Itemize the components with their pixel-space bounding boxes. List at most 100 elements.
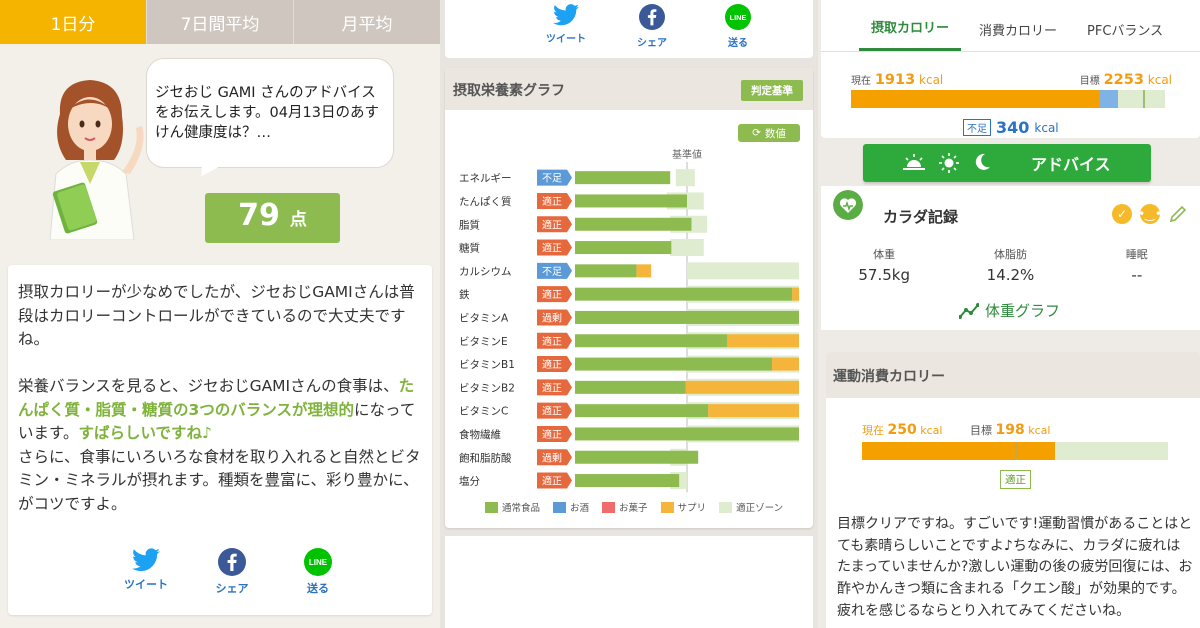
exercise-progress-bar: [862, 442, 1168, 460]
line-icon: LINE: [304, 548, 332, 576]
exercise-goal-value: 198: [995, 422, 1025, 438]
judgement-tag-label: 適正: [542, 242, 562, 255]
exercise-progress-fill: [862, 442, 1055, 460]
advice-speech-bubble: ジセおじ GAMI さんのアドバイスをお伝えします。04月13日のあすけん健康度…: [146, 58, 394, 168]
advice-button[interactable]: アドバイス: [863, 144, 1151, 182]
line-graph-icon: [959, 302, 979, 319]
intake-goal-label: 目標: [1079, 76, 1100, 87]
tab-monthly-average[interactable]: 月平均: [294, 0, 440, 44]
lower-card: [445, 536, 813, 628]
nutrient-bar: [575, 217, 692, 231]
intake-current-unit: kcal: [919, 73, 944, 87]
judgement-tag-label: 適正: [542, 475, 562, 488]
nutrient-bar: [575, 264, 637, 278]
nutrition-panel: ツイート シェア LINE 送る 摂取栄養素グラフ 判定基準 ⟳ 数値 基準値エ…: [440, 0, 818, 628]
exercise-status-badge: 適正: [1000, 470, 1031, 489]
nutrient-bar: [575, 194, 687, 208]
body-record-card: カラダ記録 ✓ •‿• 体重 57.5kg 体脂肪 14.2% 睡眠 -- 体重…: [821, 186, 1200, 330]
exercise-goal: 目標 198 kcal: [970, 422, 1050, 438]
facebook-share-button-top[interactable]: シェア: [626, 4, 678, 49]
intake-shortage-fill: [1099, 90, 1118, 108]
pencil-edit-icon[interactable]: [1168, 204, 1188, 224]
tab-pfc-balance[interactable]: PFCバランス: [1075, 20, 1175, 51]
twitter-bird-icon: [132, 548, 160, 572]
health-score-badge: 79 点: [205, 193, 340, 243]
legend-item: サプリ: [660, 500, 706, 514]
share-card-top: ツイート シェア LINE 送る: [445, 0, 813, 58]
exercise-current-label: 現在: [862, 424, 884, 437]
judgement-tag-label: 過剰: [542, 312, 562, 324]
judgement-tag-label: 適正: [542, 405, 562, 418]
moon-icon: [975, 153, 990, 170]
sun-icon: [939, 153, 959, 173]
judgement-tag-label: 適正: [542, 428, 562, 441]
stat-weight-value: 57.5kg: [858, 266, 910, 284]
legend-label: 適正ゾーン: [736, 503, 784, 514]
facebook-share-button[interactable]: シェア: [206, 548, 258, 596]
intake-shortage: 不足 340 kcal: [963, 118, 1059, 137]
intake-progress-bar: [851, 90, 1165, 108]
facebook-share-label: シェア: [215, 582, 249, 595]
tweet-button[interactable]: ツイート: [120, 548, 172, 596]
judgement-tag-label: 適正: [542, 335, 562, 348]
nutrient-label: 鉄: [459, 288, 470, 301]
stat-sleep: 睡眠 --: [1074, 246, 1200, 284]
calorie-tabs: 摂取カロリー 消費カロリー PFCバランス: [821, 0, 1200, 52]
advice-balance-intro: 栄養バランスを見ると、ジセおじGAMIさんの食事は、: [18, 377, 399, 395]
nutrient-bar: [575, 427, 799, 441]
nutrient-bar: [792, 287, 799, 301]
nutrient-bar: [575, 357, 773, 371]
legend-swatch: [602, 501, 616, 513]
exercise-advice-text: 目標クリアですね。すごいです!運動習慣があることはとても素晴らしいことですよ♪ち…: [837, 516, 1193, 619]
line-send-label: 送る: [307, 582, 329, 595]
tweet-button-top[interactable]: ツイート: [540, 4, 592, 49]
sunrise-icon: [903, 154, 925, 170]
line-send-label: 送る: [728, 38, 748, 49]
nutrient-label: エネルギー: [459, 173, 512, 185]
nutrient-label: カルシウム: [459, 266, 512, 278]
mood-neutral-icon[interactable]: •‿•: [1138, 204, 1162, 224]
nutrient-bar: [636, 264, 652, 278]
tab-7day-average[interactable]: 7日間平均: [147, 0, 294, 44]
exercise-goal-unit: kcal: [1028, 424, 1051, 437]
nutrient-bar: [685, 380, 799, 394]
health-score-value: 79: [238, 198, 280, 233]
appropriate-zone: [687, 262, 799, 280]
tab-burned-calorie[interactable]: 消費カロリー: [967, 20, 1069, 51]
nutrient-bar: [575, 474, 680, 488]
stat-weight: 体重 57.5kg: [821, 246, 947, 284]
legend-swatch: [485, 501, 498, 513]
nutrient-bar: [575, 241, 672, 255]
judgement-tag-label: 適正: [542, 358, 562, 371]
weight-graph-link[interactable]: 体重グラフ: [959, 300, 1060, 321]
legend-item: 適正ゾーン: [719, 500, 783, 514]
stat-body-fat: 体脂肪 14.2%: [947, 246, 1073, 284]
share-buttons-top: ツイート シェア LINE 送る: [540, 4, 764, 49]
nutrient-bar: [575, 287, 793, 301]
intake-current-label: 現在: [851, 76, 871, 87]
judgement-tag-label: 適正: [542, 381, 562, 394]
mood-good-icon[interactable]: ✓: [1112, 204, 1132, 224]
exercise-current-value: 250: [887, 422, 917, 438]
legend-item: お酒: [553, 500, 589, 514]
advice-praise-highlight: すばらしいですね♪: [78, 424, 212, 442]
advisor-character-illustration: [49, 80, 144, 240]
tab-one-day[interactable]: 1日分: [0, 0, 147, 44]
nutrient-label: 塩分: [459, 475, 480, 488]
daily-advice-panel: 1日分 7日間平均 月平均 ジセおじ GAMI さんのアドバイスをお伝えします。…: [0, 0, 440, 628]
tweet-label: ツイート: [546, 34, 586, 45]
facebook-icon: [639, 4, 665, 30]
nutrient-label: ビタミンB1: [459, 359, 515, 371]
intake-goal: 目標 2253 kcal: [1080, 72, 1172, 88]
nutrient-label: 飽和脂肪酸: [459, 451, 512, 464]
line-send-button[interactable]: LINE 送る: [292, 548, 344, 596]
legend-swatch: [719, 501, 733, 513]
judgement-tag-label: 不足: [542, 173, 562, 185]
stat-body-fat-label: 体脂肪: [993, 248, 1027, 261]
line-send-button-top[interactable]: LINE 送る: [712, 4, 764, 49]
legend-swatch: [660, 501, 674, 513]
twitter-bird-icon: [553, 4, 579, 26]
tab-intake-calorie[interactable]: 摂取カロリー: [859, 17, 962, 51]
exercise-current-unit: kcal: [920, 424, 943, 437]
shortage-unit: kcal: [1034, 120, 1059, 135]
